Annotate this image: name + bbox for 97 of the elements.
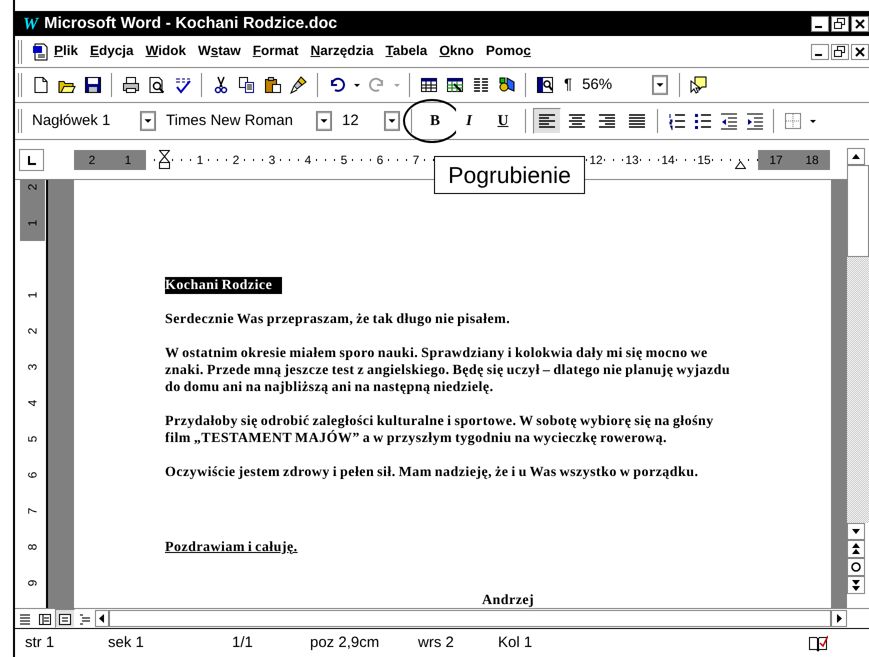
print-icon[interactable]: [122, 76, 140, 94]
new-document-icon[interactable]: [32, 76, 50, 94]
ruler-number: 4: [24, 400, 40, 406]
dropdown-button[interactable]: [652, 75, 668, 95]
paragraph: Oczywiście jestem zdrowy i pełen sił. Mam nadzieję, że i u Was wszystko w porządku.: [165, 464, 700, 481]
ruler-number: 5: [24, 436, 40, 442]
scroll-down-button[interactable]: [847, 523, 865, 540]
close-button[interactable]: [851, 44, 869, 60]
drawing-shapes-icon[interactable]: [498, 76, 516, 94]
status-text: str 1: [25, 632, 56, 653]
ruler-number: 3: [24, 364, 40, 370]
menu-item[interactable]: Widok: [146, 41, 186, 62]
paste-icon[interactable]: [264, 76, 282, 94]
scroll-right-button[interactable]: [831, 610, 847, 627]
right-indent-marker-icon[interactable]: [734, 160, 746, 168]
menu-item[interactable]: Format: [252, 41, 299, 62]
toolbar-handle[interactable]: [18, 73, 22, 97]
undo-icon[interactable]: [328, 76, 346, 94]
ruler-number: 7: [24, 508, 40, 514]
status-text: poz 2,9cm: [310, 632, 380, 653]
app-logo: W: [23, 12, 38, 35]
signature: Andrzej: [482, 592, 536, 608]
ruler-number: 1: [24, 220, 40, 226]
scissors-icon[interactable]: [212, 76, 230, 94]
menu-item[interactable]: Wstaw: [198, 41, 241, 62]
ruler-number: 6: [24, 472, 40, 478]
status-text: Kol 1: [498, 632, 534, 653]
window-title: Microsoft Word - Kochani Rodzice.doc: [44, 14, 338, 34]
table-icon[interactable]: [420, 76, 438, 94]
dropdown-button[interactable]: [384, 111, 400, 131]
outline-view-icon: [78, 612, 92, 626]
tab-stop-button[interactable]: [19, 148, 44, 170]
close-button[interactable]: [851, 16, 869, 32]
status-text: 1/1: [232, 632, 254, 653]
numbered-list-icon[interactable]: [668, 112, 686, 130]
dropdown-button[interactable]: [316, 111, 332, 131]
columns-icon[interactable]: [472, 76, 490, 94]
align-left-icon: [538, 113, 556, 129]
restore-button[interactable]: [831, 44, 849, 60]
ruler-number: 1: [24, 292, 40, 298]
status-text: sek 1: [108, 632, 145, 653]
increase-indent-icon[interactable]: [746, 112, 764, 130]
border-icon[interactable]: [784, 112, 802, 130]
browse-object-button[interactable]: [847, 558, 865, 576]
spelling-check-icon[interactable]: [174, 76, 192, 94]
dropdown-button[interactable]: [140, 111, 156, 131]
menu-item[interactable]: Okno: [439, 41, 474, 62]
align-center-icon: [568, 113, 586, 129]
paintbrush-icon[interactable]: [290, 76, 308, 94]
justify-icon: [628, 113, 646, 129]
caret-icon[interactable]: [354, 84, 360, 86]
menu-item[interactable]: Tabela: [386, 41, 428, 62]
normal-view-icon: [18, 612, 32, 626]
ruler-number: 8: [24, 544, 40, 550]
decrease-indent-icon[interactable]: [720, 112, 738, 130]
toolbar-handle[interactable]: [18, 109, 22, 133]
show-formatting-marks-button[interactable]: ¶: [564, 74, 572, 96]
closing-line: Pozdrawiam i całuję.: [165, 539, 299, 556]
online-layout-view-icon: [38, 612, 52, 626]
bulleted-list-icon[interactable]: [694, 112, 712, 130]
document-heading: Kochani Rodzice: [165, 277, 282, 294]
left-tab-icon: [26, 154, 36, 164]
indent-marker-icon[interactable]: [158, 150, 170, 170]
toolbar-handle[interactable]: [18, 40, 22, 64]
restore-button[interactable]: [831, 16, 849, 32]
paragraph: Serdecznie Was przepraszam, że tak długo nie pisałem.: [165, 311, 512, 328]
scroll-up-button[interactable]: [847, 148, 865, 165]
menu-item[interactable]: Pomoc: [486, 41, 531, 62]
tooltip: Pogrubienie: [434, 156, 585, 194]
minimize-button[interactable]: [811, 44, 829, 60]
book-check-icon: [808, 634, 828, 652]
next-page-button[interactable]: [847, 576, 865, 594]
document-map-icon[interactable]: [536, 76, 554, 94]
caret-icon[interactable]: [810, 120, 816, 122]
scroll-left-button[interactable]: [95, 610, 109, 627]
page-layout-view-button[interactable]: [55, 609, 75, 628]
document-icon[interactable]: [32, 42, 50, 60]
paragraph: Przydałoby się odrobić zaległości kulturalne i sportowe. W sobotę wybiorę się na głośny film „TESTAMENT MAJÓW” a w przyszłym tygodniu na wycieczkę rowerową.: [165, 413, 715, 447]
menu-item[interactable]: Plik: [54, 41, 78, 62]
ruler-number: 9: [24, 580, 40, 586]
previous-page-button[interactable]: [847, 540, 865, 558]
menu-item[interactable]: Narzędzia: [310, 41, 374, 62]
spreadsheet-icon[interactable]: [446, 76, 464, 94]
align-right-icon: [598, 113, 616, 129]
menu-item[interactable]: Edycja: [90, 41, 134, 62]
status-text: wrs 2: [418, 632, 455, 653]
paragraph: W ostatnim okresie miałem sporo nauki. Sprawdziany i kolokwia dały mi się mocno we znaki. Przede mną jeszcze test z angielskiego. Będę się uczył – dlatego nie planuję wyjazdu do domu ani na najbliższą ani na następną niedzielę.: [165, 345, 732, 396]
help-pointer-icon[interactable]: [690, 76, 708, 94]
page-layout-view-icon: [58, 612, 72, 626]
save-icon[interactable]: [84, 76, 102, 94]
minimize-button[interactable]: [811, 16, 829, 32]
ruler-number: 2: [24, 328, 40, 334]
print-preview-icon[interactable]: [148, 76, 166, 94]
align-left-button[interactable]: [533, 108, 561, 134]
scrollbar-thumb[interactable]: [847, 165, 869, 257]
ruler-number: 2: [24, 184, 40, 190]
copy-icon[interactable]: [238, 76, 256, 94]
